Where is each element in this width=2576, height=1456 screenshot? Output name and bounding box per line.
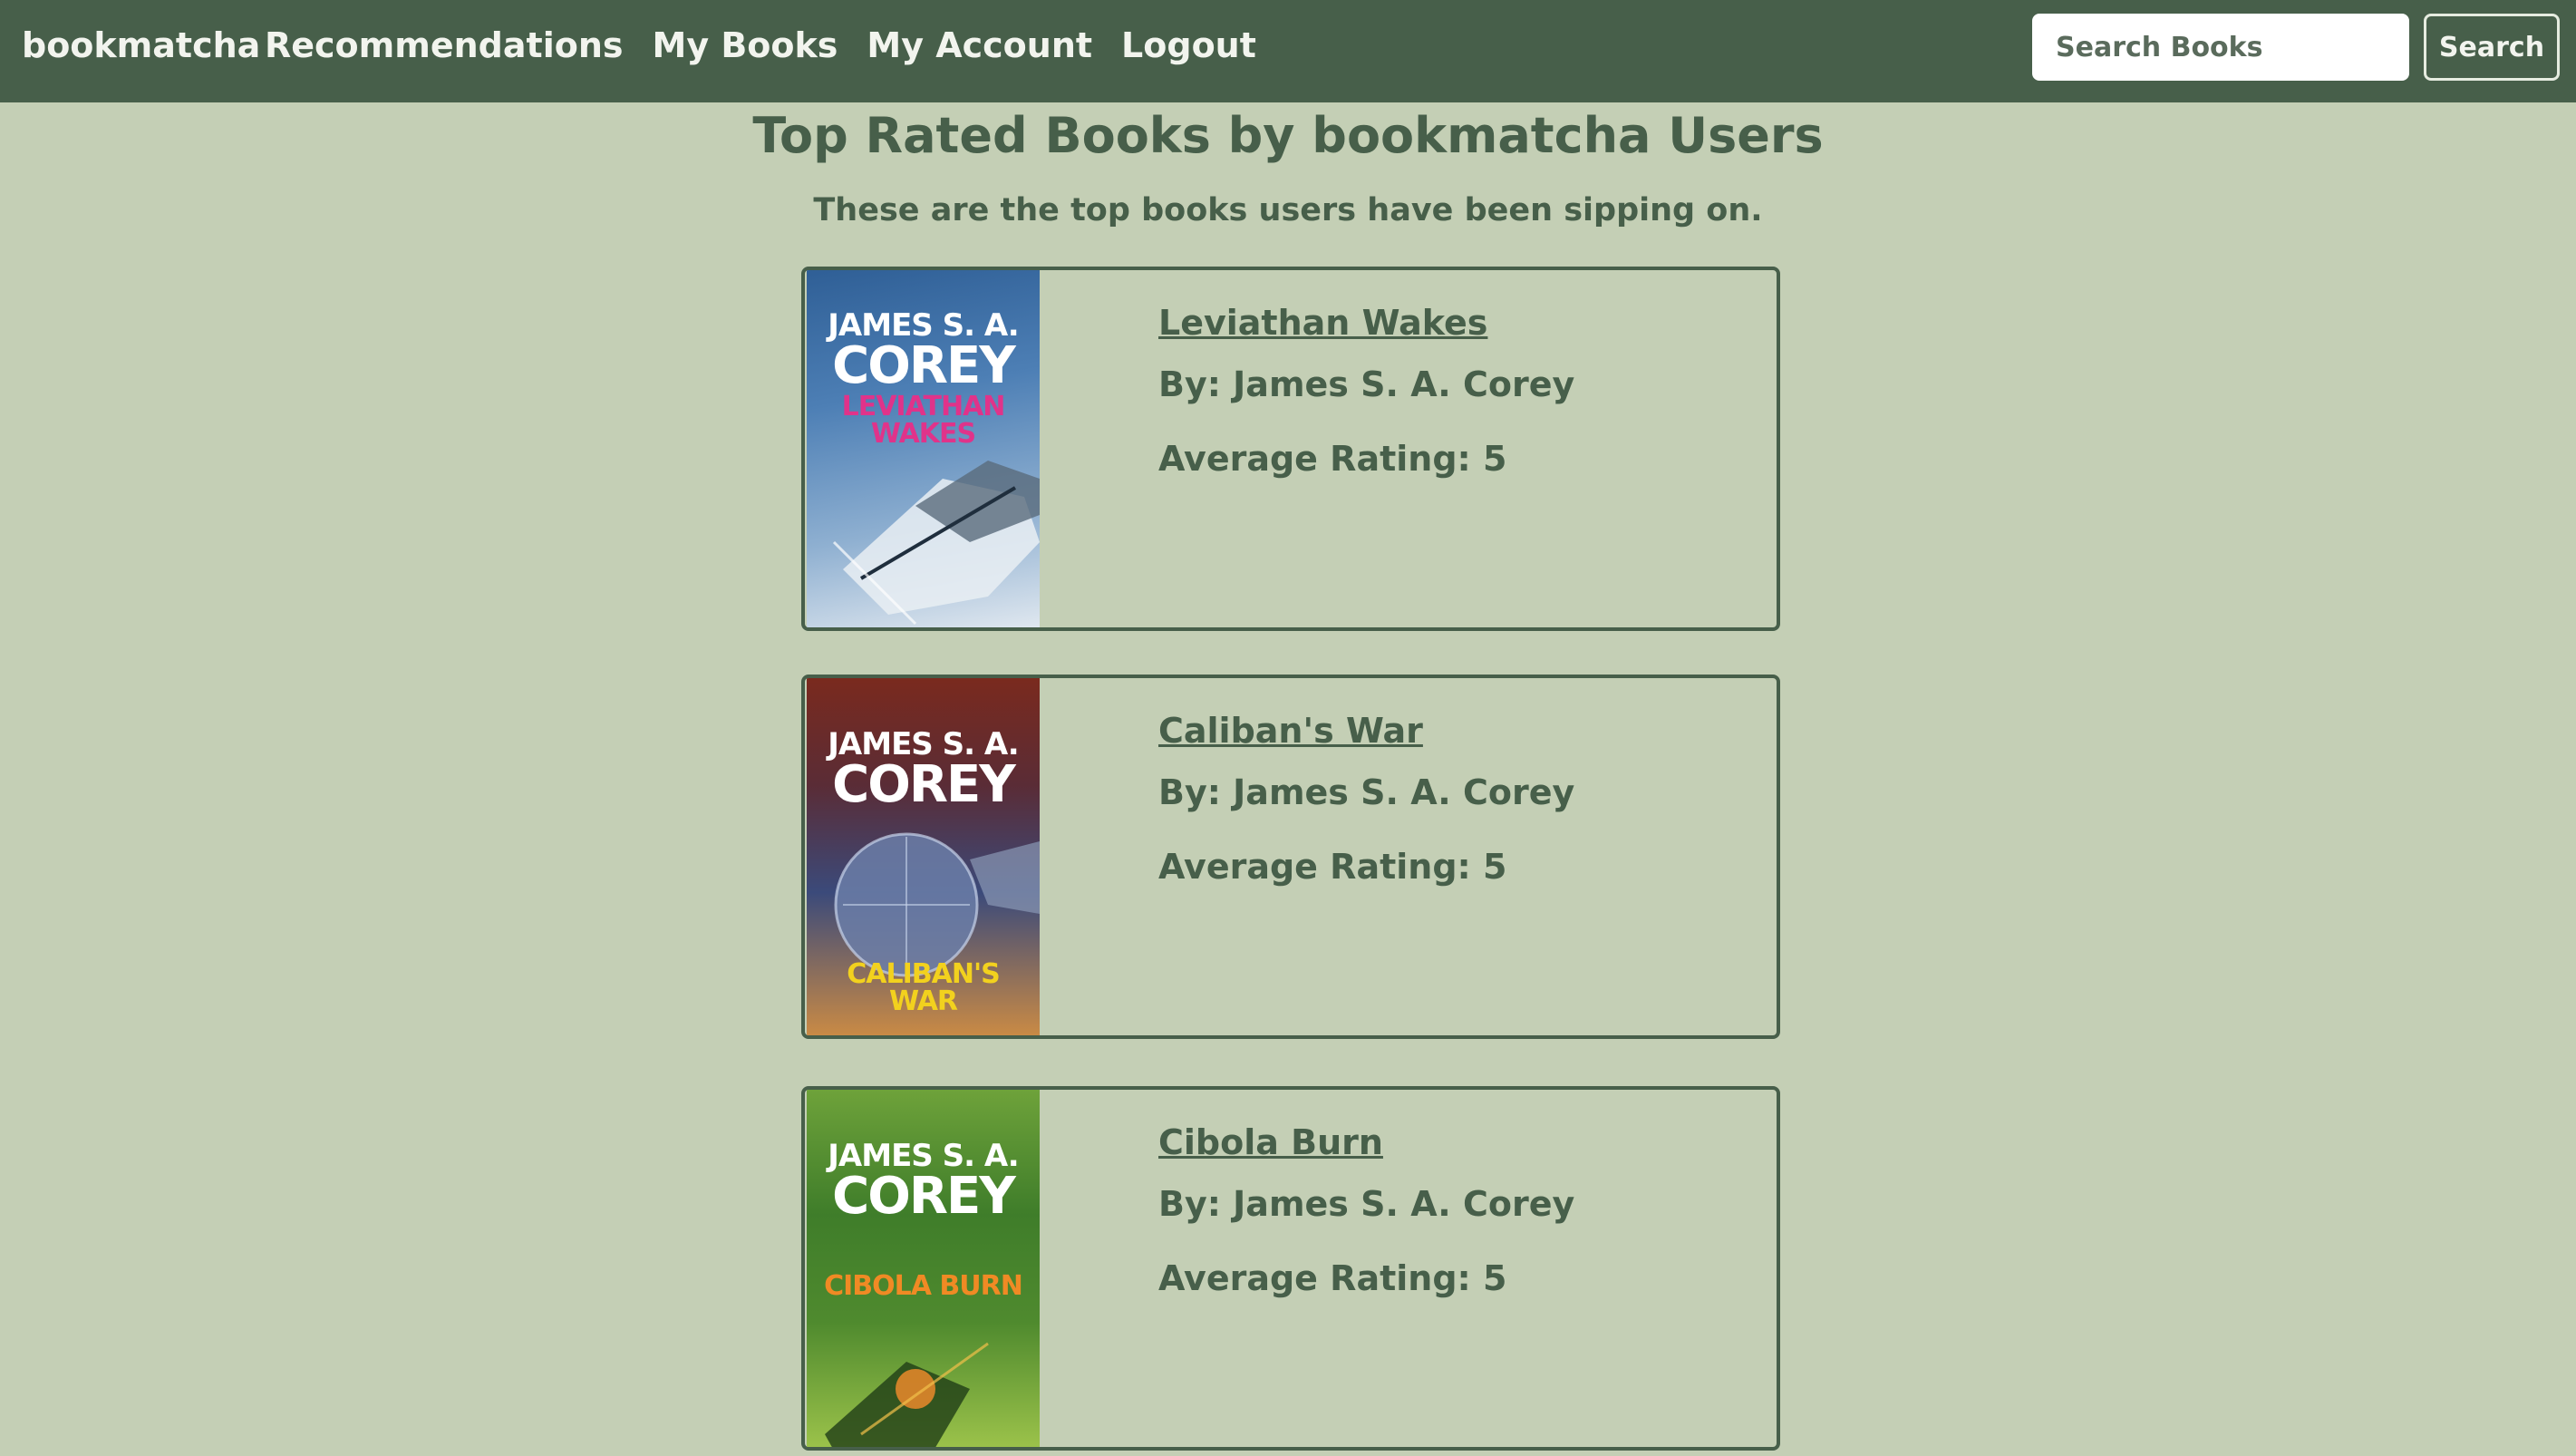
book-average-rating: Average Rating: 5 [1158, 439, 1507, 479]
nav-link-logout[interactable]: Logout [1121, 25, 1256, 65]
book-average-rating: Average Rating: 5 [1158, 847, 1507, 887]
top-navbar: bookmatcha Recommendations My Books My A… [0, 0, 2576, 102]
page-subtitle: These are the top books users have been … [813, 192, 1763, 228]
book-info: Cibola Burn By: James S. A. Corey Averag… [1158, 1122, 1574, 1298]
book-cover-image[interactable]: JAMES S. A. COREY CIBOLA BURN [807, 1090, 1040, 1447]
book-author: By: James S. A. Corey [1158, 772, 1575, 812]
book-card: ​ JAMES S. A. COREY LEVIATHAN WAKES Levi… [801, 267, 1780, 631]
book-cover-image[interactable]: ​ JAMES S. A. COREY LEVIATHAN WAKES [807, 270, 1040, 627]
cover-author: JAMES S. A. COREY [828, 307, 1019, 395]
book-title-link[interactable]: Leviathan Wakes [1158, 303, 1574, 343]
cover-author: JAMES S. A. COREY [828, 1138, 1019, 1226]
nav-link-my-books[interactable]: My Books [653, 25, 838, 65]
book-author: By: James S. A. Corey [1158, 364, 1575, 404]
search-books-input[interactable] [2032, 14, 2409, 81]
brand-logo-link[interactable]: bookmatcha [22, 25, 260, 65]
nav-link-recommendations[interactable]: Recommendations [265, 25, 624, 65]
book-card: JAMES S. A. COREY CALIBAN'S WAR Caliban'… [801, 675, 1780, 1039]
nav-link-my-account[interactable]: My Account [867, 25, 1092, 65]
book-author: By: James S. A. Corey [1158, 1184, 1575, 1224]
cover-author: JAMES S. A. COREY [828, 726, 1019, 814]
cover-title: CIBOLA BURN [824, 1270, 1023, 1302]
cover-title: LEVIATHAN WAKES [841, 391, 1006, 450]
book-cover-image[interactable]: JAMES S. A. COREY CALIBAN'S WAR [807, 678, 1040, 1035]
book-info: Leviathan Wakes By: James S. A. Corey Av… [1158, 303, 1574, 479]
book-card: JAMES S. A. COREY CIBOLA BURN Cibola Bur… [801, 1086, 1780, 1451]
book-title-link[interactable]: Cibola Burn [1158, 1122, 1574, 1162]
book-title-link[interactable]: Caliban's War [1158, 711, 1574, 751]
book-info: Caliban's War By: James S. A. Corey Aver… [1158, 711, 1574, 887]
search-button[interactable]: Search [2424, 14, 2560, 81]
nav-links: Recommendations My Books My Account Logo… [265, 25, 1256, 65]
page-title: Top Rated Books by bookmatcha Users [752, 107, 1824, 164]
cover-quote: ​ [819, 283, 1026, 297]
book-average-rating: Average Rating: 5 [1158, 1258, 1507, 1298]
cover-title: CALIBAN'S WAR [847, 958, 1001, 1017]
